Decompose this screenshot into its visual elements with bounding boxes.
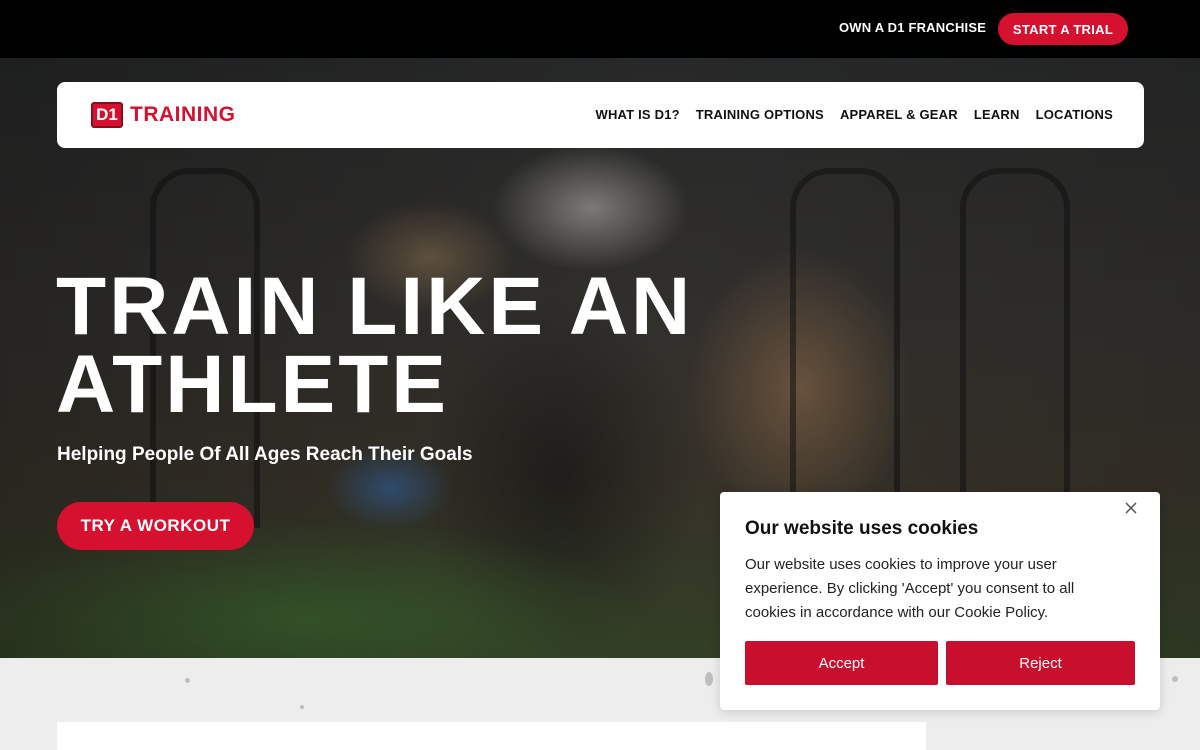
texture-speck [300, 705, 304, 709]
texture-speck [185, 678, 190, 683]
content-card [57, 722, 926, 750]
texture-speck [705, 672, 713, 686]
page: OWN A D1 FRANCHISE START A TRIAL D1 TRAI… [0, 0, 1200, 750]
own-franchise-link[interactable]: OWN A D1 FRANCHISE [839, 20, 986, 35]
logo-mark: D1 [91, 102, 123, 128]
texture-speck [1172, 676, 1178, 682]
top-bar: OWN A D1 FRANCHISE START A TRIAL [0, 0, 1200, 58]
start-trial-button[interactable]: START A TRIAL [998, 13, 1128, 45]
try-workout-button[interactable]: TRY A WORKOUT [57, 502, 254, 550]
nav-item-learn[interactable]: LEARN [974, 107, 1020, 122]
nav-item-what-is-d1[interactable]: WHAT IS D1? [595, 107, 679, 122]
nav-item-locations[interactable]: LOCATIONS [1036, 107, 1113, 122]
main-navigation: D1 TRAINING WHAT IS D1? TRAINING OPTIONS… [57, 82, 1144, 148]
cookie-banner: Our website uses cookies Our website use… [720, 492, 1160, 710]
close-icon[interactable] [1123, 500, 1139, 516]
d1-training-logo[interactable]: D1 TRAINING [91, 102, 236, 128]
hero-headline-line2: ATHLETE [56, 339, 450, 430]
hero-headline-line1: TRAIN LIKE AN [56, 261, 694, 352]
cookie-banner-text: Our website uses cookies to improve your… [745, 556, 1075, 621]
logo-wordmark: TRAINING [130, 103, 236, 126]
cookie-banner-title: Our website uses cookies [745, 518, 979, 539]
hero-subheadline: Helping People Of All Ages Reach Their G… [57, 444, 473, 465]
nav-menu: WHAT IS D1? TRAINING OPTIONS APPAREL & G… [595, 107, 1113, 122]
reject-cookies-button[interactable]: Reject [946, 641, 1135, 685]
hero-headline: TRAIN LIKE AN ATHLETE [56, 261, 756, 430]
accept-cookies-button[interactable]: Accept [745, 641, 938, 685]
nav-item-apparel-gear[interactable]: APPAREL & GEAR [840, 107, 958, 122]
nav-item-training-options[interactable]: TRAINING OPTIONS [696, 107, 824, 122]
